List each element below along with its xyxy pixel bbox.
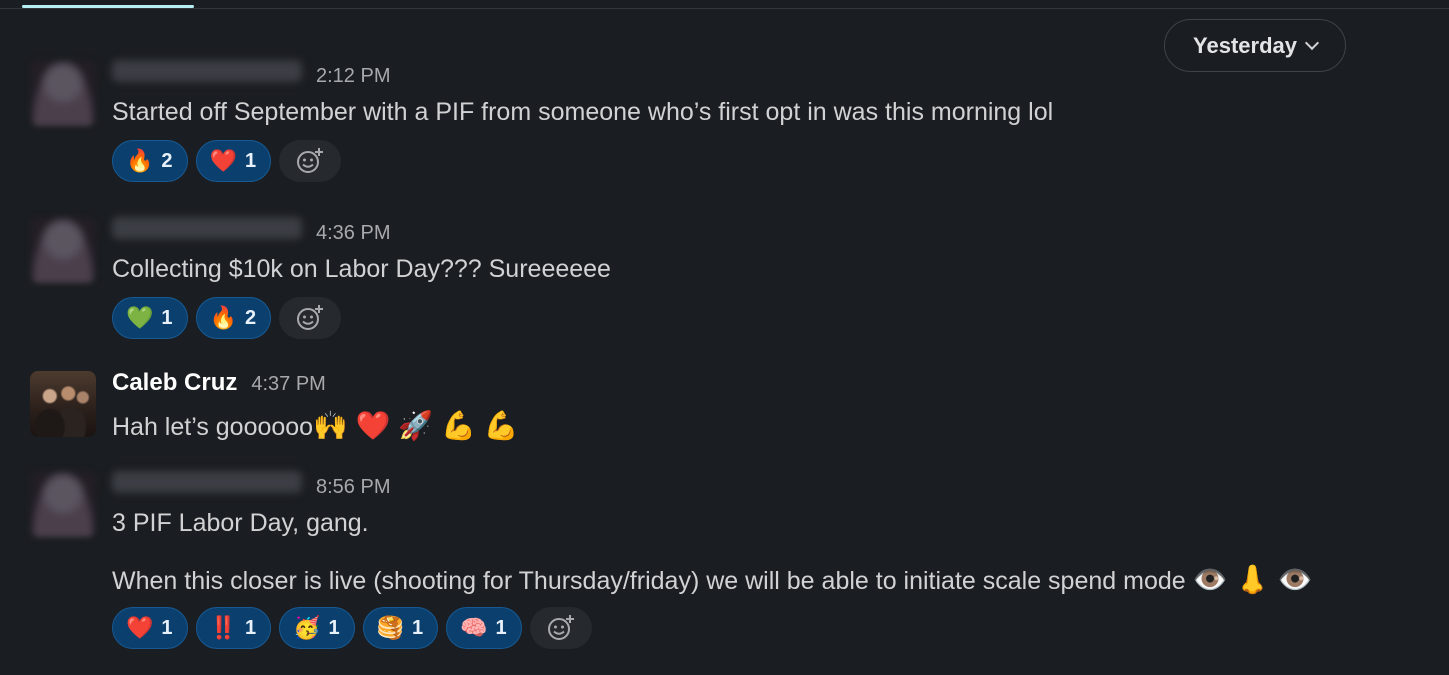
reaction-party-face[interactable]: 🥳 1: [279, 607, 355, 649]
message-text-row: Hah let’s goooooo🙌 ❤️ 🚀 💪 💪: [112, 409, 519, 442]
add-reaction-icon: [547, 615, 574, 640]
reaction-count: 1: [412, 616, 424, 639]
avatar[interactable]: [30, 217, 96, 283]
author-name-redacted[interactable]: [112, 471, 302, 493]
heart-emoji: ❤️: [126, 615, 154, 640]
fire-emoji: 🔥: [126, 148, 154, 173]
reaction-count: 2: [161, 149, 173, 172]
reaction-count: 1: [161, 306, 173, 329]
reaction-fire[interactable]: 🔥 2: [112, 140, 188, 182]
add-reaction-button[interactable]: [279, 140, 342, 182]
reaction-pancakes[interactable]: 🥞 1: [362, 607, 439, 649]
brain-emoji: 🧠: [460, 615, 488, 640]
message-timestamp[interactable]: 4:36 PM: [316, 222, 390, 245]
date-divider-button[interactable]: Yesterday: [1164, 19, 1346, 72]
reaction-count: 1: [495, 616, 507, 639]
reaction-bar: 🔥 2 ❤️ 1: [112, 140, 342, 182]
author-name-redacted[interactable]: [112, 217, 302, 239]
author-name[interactable]: Caleb Cruz: [112, 369, 237, 397]
chevron-down-icon: [1304, 35, 1320, 50]
author-name-redacted[interactable]: [112, 60, 302, 82]
add-reaction-icon: [297, 305, 324, 330]
reaction-count: 1: [244, 616, 257, 639]
add-reaction-button[interactable]: [529, 607, 592, 649]
reaction-double-exclamation[interactable]: ‼️ 1: [195, 607, 272, 649]
green-heart-emoji: 💚: [126, 305, 154, 330]
add-reaction-button[interactable]: [279, 297, 342, 339]
channel-tabs-bar: [0, 0, 1449, 9]
message-timestamp[interactable]: 4:37 PM: [251, 373, 325, 396]
add-reaction-icon: [297, 148, 324, 173]
reaction-heart[interactable]: ❤️ 1: [195, 140, 272, 182]
message-text-2: When this closer is live (shooting for T…: [112, 567, 1186, 595]
message-text: Collecting $10k on Labor Day??? Sureeeee…: [112, 255, 611, 283]
party-face-emoji: 🥳: [293, 615, 321, 640]
fire-emoji: 🔥: [209, 305, 237, 330]
inline-emojis: 🙌 ❤️ 🚀 💪 💪: [313, 410, 519, 441]
reaction-count: 1: [161, 616, 173, 639]
message-text-row-2: When this closer is live (shooting for T…: [112, 563, 1313, 596]
message-timestamp[interactable]: 8:56 PM: [316, 476, 390, 499]
reaction-bar: 💚 1 🔥 2: [112, 297, 342, 339]
date-divider-label: Yesterday: [1193, 32, 1297, 58]
reaction-heart[interactable]: ❤️ 1: [112, 607, 188, 649]
reaction-brain[interactable]: 🧠 1: [446, 607, 522, 649]
message-timestamp[interactable]: 2:12 PM: [316, 65, 390, 88]
reaction-green-heart[interactable]: 💚 1: [112, 297, 188, 339]
heart-emoji: ❤️: [209, 148, 237, 173]
message-text: Started off September with a PIF from so…: [112, 98, 1054, 126]
reaction-count: 1: [244, 149, 257, 172]
avatar[interactable]: [30, 60, 96, 126]
avatar[interactable]: [30, 371, 96, 437]
inline-emojis: 👁️ 👃 👁️: [1192, 564, 1313, 595]
message-text: 3 PIF Labor Day, gang.: [112, 509, 369, 537]
message-text: Hah let’s goooooo: [112, 413, 314, 441]
double-exclamation-emoji: ‼️: [209, 615, 237, 640]
reaction-count: 1: [328, 616, 340, 639]
reaction-fire[interactable]: 🔥 2: [195, 297, 272, 339]
reaction-bar: ❤️ 1 ‼️ 1 🥳 1 🥞 1 🧠 1: [112, 607, 592, 649]
avatar[interactable]: [30, 471, 96, 537]
pancakes-emoji: 🥞: [376, 615, 404, 640]
active-tab-indicator[interactable]: [22, 5, 194, 8]
reaction-count: 2: [244, 306, 257, 329]
